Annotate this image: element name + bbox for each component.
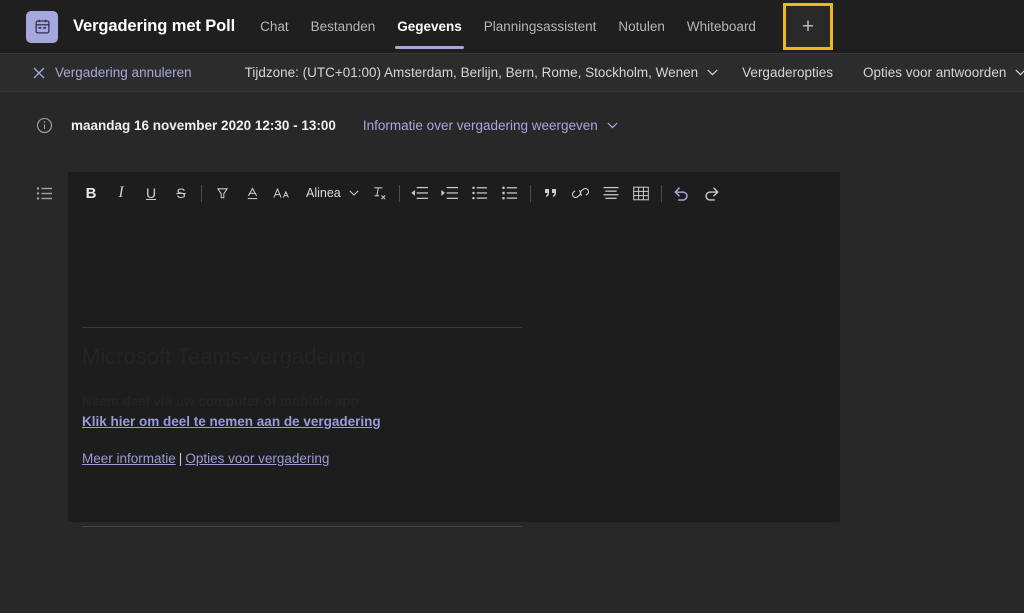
- numbered-list-icon[interactable]: [495, 178, 525, 208]
- plus-icon: +: [801, 15, 815, 38]
- more-info-link[interactable]: Meer informatie: [82, 451, 176, 466]
- description-editor-area: B I U S Alinea Microsoft Teams-vergaderi…: [0, 172, 1024, 527]
- underline-button[interactable]: U: [136, 178, 166, 208]
- strikethrough-button[interactable]: S: [166, 178, 196, 208]
- timezone-select[interactable]: Tijdzone: (UTC+01:00) Amsterdam, Berlijn…: [245, 65, 719, 80]
- tab-bestanden[interactable]: Bestanden: [300, 0, 387, 53]
- show-meeting-info-label: Informatie over vergadering weergeven: [362, 117, 598, 133]
- rich-text-editor[interactable]: B I U S Alinea Microsoft Teams-vergaderi…: [68, 172, 840, 527]
- quote-icon[interactable]: [536, 178, 566, 208]
- italic-button[interactable]: I: [106, 178, 136, 208]
- calendar-icon: [26, 10, 58, 43]
- show-meeting-info-link[interactable]: Informatie over vergadering weergeven: [363, 118, 618, 133]
- meeting-invite-subtitle: Neem deel via uw computer of mobiele app: [82, 394, 359, 409]
- toolbar-divider: [660, 184, 662, 202]
- chevron-down-icon: [607, 122, 618, 129]
- paragraph-style-select[interactable]: Alinea: [297, 178, 364, 208]
- info-icon: [35, 116, 53, 134]
- page-title: Vergadering met Poll: [73, 17, 236, 35]
- tab-chat[interactable]: Chat: [249, 0, 300, 53]
- join-meeting-link[interactable]: Klik hier om deel te nemen aan de vergad…: [82, 414, 381, 429]
- insert-link-icon[interactable]: [566, 178, 596, 208]
- increase-indent-icon[interactable]: [435, 178, 465, 208]
- toolbar-divider: [398, 184, 400, 202]
- app-header: Vergadering met Poll Chat Bestanden Gege…: [0, 0, 1024, 53]
- font-size-icon[interactable]: [267, 178, 297, 208]
- bold-button[interactable]: B: [76, 178, 106, 208]
- tab-bar: Chat Bestanden Gegevens Planningsassiste…: [249, 0, 833, 53]
- link-separator: |: [178, 451, 183, 466]
- undo-icon[interactable]: [667, 178, 697, 208]
- align-icon[interactable]: [596, 178, 626, 208]
- invite-links-row: Meer informatie | Opties voor vergadering: [82, 451, 329, 466]
- editor-body[interactable]: Microsoft Teams-vergadering Neem deel vi…: [68, 214, 840, 527]
- decrease-indent-icon[interactable]: [405, 178, 435, 208]
- insert-table-icon[interactable]: [626, 178, 656, 208]
- chevron-down-icon: [1015, 69, 1024, 76]
- tab-notulen[interactable]: Notulen: [607, 0, 676, 53]
- cancel-meeting-button[interactable]: Vergadering annuleren: [33, 65, 192, 80]
- meeting-date: maandag 16 november 2020 12:30 - 13:00: [71, 117, 336, 133]
- formatting-toolbar: B I U S Alinea: [68, 172, 840, 214]
- meeting-options-button[interactable]: Vergaderopties: [742, 65, 833, 80]
- timezone-label: Tijdzone: (UTC+01:00) Amsterdam, Berlijn…: [244, 65, 699, 80]
- clear-formatting-icon[interactable]: [364, 178, 394, 208]
- tab-gegevens[interactable]: Gegevens: [386, 0, 473, 53]
- tab-whiteboard[interactable]: Whiteboard: [676, 0, 767, 53]
- chevron-down-icon: [349, 190, 359, 196]
- response-options-label: Opties voor antwoorden: [863, 65, 1007, 80]
- redo-icon[interactable]: [697, 178, 727, 208]
- font-color-icon[interactable]: [237, 178, 267, 208]
- meeting-invite-title: Microsoft Teams-vergadering: [82, 344, 366, 369]
- highlight-icon[interactable]: [207, 178, 237, 208]
- cancel-meeting-label: Vergadering annuleren: [55, 65, 192, 80]
- meeting-options-link[interactable]: Opties voor vergadering: [185, 451, 329, 466]
- meeting-info-row: maandag 16 november 2020 12:30 - 13:00 I…: [0, 104, 1024, 146]
- close-icon: [33, 67, 45, 79]
- command-bar: Vergadering annuleren Tijdzone: (UTC+01:…: [0, 53, 1024, 92]
- content-divider-top: [82, 327, 522, 328]
- tab-planningsassistent[interactable]: Planningsassistent: [473, 0, 608, 53]
- bulleted-list-icon[interactable]: [465, 178, 495, 208]
- add-tab-button[interactable]: +: [782, 3, 833, 50]
- response-options-select[interactable]: Opties voor antwoorden: [863, 65, 1024, 80]
- paragraph-style-label: Alinea: [306, 186, 341, 200]
- toolbar-divider: [529, 184, 531, 202]
- content-divider-bottom: [82, 526, 522, 527]
- toolbar-divider: [201, 184, 202, 202]
- chevron-down-icon: [707, 69, 718, 76]
- bullet-list-icon[interactable]: [36, 185, 54, 203]
